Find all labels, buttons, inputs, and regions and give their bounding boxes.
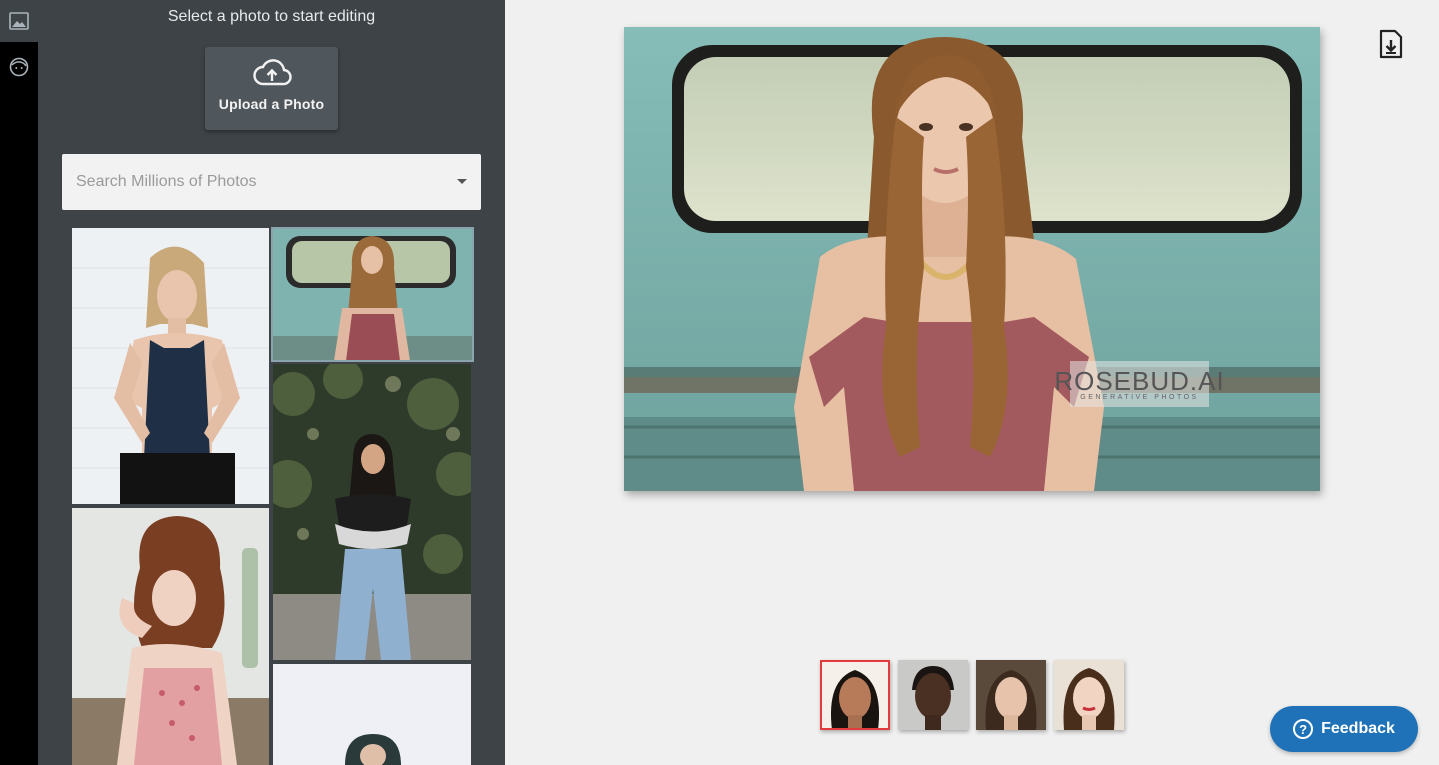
rosebud-watermark: ROSEBUD.AI GENERATIVE PHOTOS bbox=[1054, 361, 1224, 407]
face-option-selected[interactable] bbox=[820, 660, 890, 730]
icon-rail bbox=[0, 0, 38, 765]
face-image bbox=[898, 660, 968, 730]
photo-image bbox=[72, 228, 269, 504]
faces-tab[interactable] bbox=[0, 46, 38, 88]
photo-search bbox=[62, 154, 481, 210]
main-photo-image bbox=[624, 27, 1320, 491]
face-option[interactable] bbox=[1054, 660, 1124, 730]
main-photo-canvas[interactable]: ROSEBUD.AI GENERATIVE PHOTOS bbox=[624, 27, 1320, 491]
help-icon: ? bbox=[1293, 719, 1314, 739]
face-option[interactable] bbox=[976, 660, 1046, 730]
feedback-button[interactable]: ? Feedback bbox=[1270, 706, 1418, 752]
face-option[interactable] bbox=[898, 660, 968, 730]
photo-thumbnail[interactable] bbox=[72, 228, 269, 504]
photo-thumbnail[interactable] bbox=[273, 364, 471, 660]
download-file-icon bbox=[1379, 29, 1403, 59]
photo-picker-panel: Select a photo to start editing Upload a… bbox=[38, 0, 505, 765]
face-image bbox=[820, 660, 890, 730]
download-button[interactable] bbox=[1378, 29, 1404, 59]
photo-image bbox=[272, 228, 473, 361]
photos-tab[interactable] bbox=[0, 0, 38, 42]
photo-thumbnail-selected[interactable] bbox=[271, 227, 474, 362]
photo-image bbox=[273, 364, 471, 660]
watermark-subtitle: GENERATIVE PHOTOS bbox=[1080, 393, 1199, 401]
search-input[interactable] bbox=[62, 154, 442, 210]
photo-image bbox=[273, 664, 471, 765]
photo-image bbox=[72, 508, 269, 765]
upload-label: Upload a Photo bbox=[218, 96, 325, 112]
panel-title: Select a photo to start editing bbox=[167, 8, 376, 25]
photo-thumbnail[interactable] bbox=[72, 508, 269, 765]
chevron-down-icon[interactable] bbox=[457, 179, 467, 184]
feedback-label: Feedback bbox=[1321, 720, 1395, 737]
face-image bbox=[1054, 660, 1124, 730]
upload-photo-button[interactable]: Upload a Photo bbox=[205, 47, 338, 130]
watermark-title: ROSEBUD.AI bbox=[1054, 365, 1225, 396]
image-icon bbox=[9, 12, 29, 30]
face-image bbox=[976, 660, 1046, 730]
cloud-upload-icon bbox=[252, 59, 292, 86]
face-icon bbox=[9, 57, 29, 77]
photo-thumbnail[interactable] bbox=[273, 664, 471, 765]
